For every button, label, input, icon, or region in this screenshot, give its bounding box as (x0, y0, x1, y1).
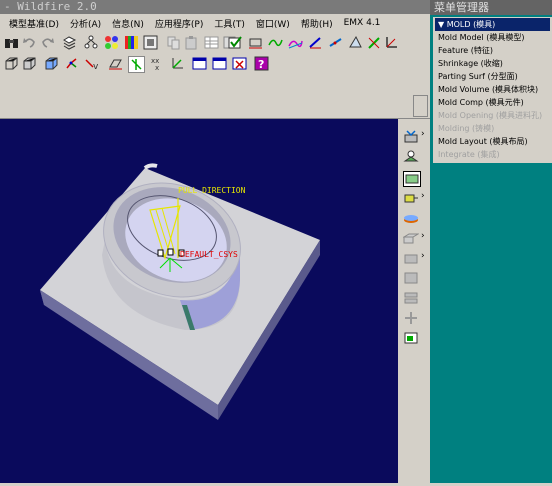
menu-applications[interactable]: 应用程序(P) (155, 17, 203, 30)
display-toolbar: v xx x ? (0, 54, 430, 74)
sliding-arrow[interactable]: › (421, 191, 425, 201)
sketch-icon[interactable] (308, 35, 323, 50)
menu-window[interactable]: 窗口(W) (256, 17, 290, 30)
menu-item-shrinkage[interactable]: Shrinkage (收缩) (433, 57, 552, 70)
activate-window-icon[interactable] (212, 56, 227, 71)
ejector-icon[interactable] (403, 271, 419, 285)
menu-manager-panel: 菜单管理器 ▼ MOLD (模具) Mold Model (模具模型) Feat… (430, 0, 552, 483)
main-toolbar (0, 33, 430, 53)
menu-item-molding: Molding (铸模) (438, 124, 495, 133)
menu-item-mold-comp[interactable]: Mold Comp (模具元件) (433, 96, 552, 109)
shrink-icon[interactable] (403, 149, 419, 163)
mold-menu-header[interactable]: ▼ MOLD (模具) (435, 18, 550, 31)
menu-analysis[interactable]: 分析(A) (70, 17, 101, 30)
message-area (0, 75, 398, 117)
parting-surface-icon[interactable] (403, 171, 421, 187)
binoculars-icon[interactable] (4, 35, 19, 50)
cube-icon[interactable] (22, 56, 37, 71)
svg-text:v: v (93, 62, 99, 71)
axis-icon[interactable] (366, 35, 381, 50)
undo-icon[interactable] (22, 35, 37, 50)
menu-info[interactable]: 信息(N) (112, 17, 144, 30)
menu-item-mold-volume[interactable]: Mold Volume (模具体积块) (433, 83, 552, 96)
point-dropdown-icon[interactable]: v (84, 56, 99, 71)
mold-volume-icon[interactable] (403, 129, 419, 143)
svg-text:x: x (155, 64, 159, 71)
plane-icon[interactable] (348, 35, 363, 50)
menu-item-mold-opening: Mold Opening (模具进料孔) (438, 111, 543, 120)
color-bars-icon[interactable] (124, 35, 139, 50)
point-display-icon[interactable]: xx x (150, 56, 165, 71)
axis-node-icon[interactable] (64, 56, 79, 71)
mold-component-arrow[interactable]: › (421, 231, 425, 241)
graphics-viewport[interactable]: PULL DIRECTION DEFAULT_CSYS (0, 119, 398, 483)
pull-direction-label: PULL DIRECTION (178, 186, 246, 195)
mold-opening-icon[interactable] (403, 291, 419, 305)
check-icon[interactable] (228, 35, 243, 50)
mold-menu-header-label: MOLD (模具) (446, 20, 496, 29)
paste-icon[interactable] (184, 35, 199, 50)
sliding-icon[interactable] (403, 191, 419, 205)
cube-shaded-icon[interactable] (44, 56, 59, 71)
menu-tools[interactable]: 工具(T) (214, 17, 245, 30)
repaint-icon[interactable] (143, 35, 158, 50)
surface-icon[interactable] (288, 35, 303, 50)
menu-emx[interactable]: EMX 4.1 (344, 18, 381, 28)
curve-icon[interactable] (268, 35, 283, 50)
color-palette-icon[interactable] (104, 35, 119, 50)
svg-text:?: ? (258, 58, 264, 71)
menu-help[interactable]: 帮助(H) (301, 17, 333, 30)
menu-item-mold-layout[interactable]: Mold Layout (模具布局) (433, 135, 552, 148)
split-icon[interactable] (403, 211, 419, 225)
plane-display-icon[interactable] (108, 56, 123, 71)
cast-icon[interactable] (403, 251, 419, 265)
cast-arrow[interactable]: › (421, 251, 425, 261)
menu-manager-title: 菜单管理器 (430, 0, 552, 15)
menu-item-mold-model[interactable]: Mold Model (模具模型) (433, 31, 552, 44)
layers-icon[interactable] (62, 35, 77, 50)
window-title: - Wildfire 2.0 (0, 0, 430, 14)
menu-item-feature[interactable]: Feature (特征) (433, 44, 552, 57)
table-icon[interactable] (204, 35, 219, 50)
copy-icon[interactable] (166, 35, 181, 50)
help-icon[interactable]: ? (254, 56, 269, 71)
tree-icon[interactable] (84, 35, 99, 50)
default-csys-label: DEFAULT_CSYS (180, 250, 238, 259)
csys-icon[interactable] (384, 35, 399, 50)
mold-toolbar: › › › › (398, 119, 430, 483)
menu-manager-list: ▼ MOLD (模具) Mold Model (模具模型) Feature (特… (433, 17, 552, 163)
mold-volume-arrow[interactable]: › (421, 129, 425, 139)
menu-item-integrate: Integrate (集成) (438, 150, 500, 159)
point-icon[interactable] (328, 35, 343, 50)
window-icon[interactable] (192, 56, 207, 71)
drawing-icon[interactable] (403, 331, 419, 345)
mold-model-render (40, 163, 320, 420)
menu-item-parting-surf[interactable]: Parting Surf (分型面) (433, 70, 552, 83)
menu-datum[interactable]: 模型基准(D) (9, 17, 59, 30)
message-scrollbar[interactable] (413, 95, 428, 117)
close-window-icon[interactable] (232, 56, 247, 71)
axis-display-icon[interactable] (128, 56, 145, 73)
datum-plane-icon[interactable] (248, 35, 263, 50)
mold-component-icon[interactable] (403, 231, 419, 245)
layout-icon[interactable] (403, 311, 419, 325)
menu-bar: 模型基准(D) 分析(A) 信息(N) 应用程序(P) 工具(T) 窗口(W) … (0, 14, 430, 32)
box-icon[interactable] (4, 56, 19, 71)
redo-icon[interactable] (40, 35, 55, 50)
csys-display-icon[interactable] (170, 56, 185, 71)
